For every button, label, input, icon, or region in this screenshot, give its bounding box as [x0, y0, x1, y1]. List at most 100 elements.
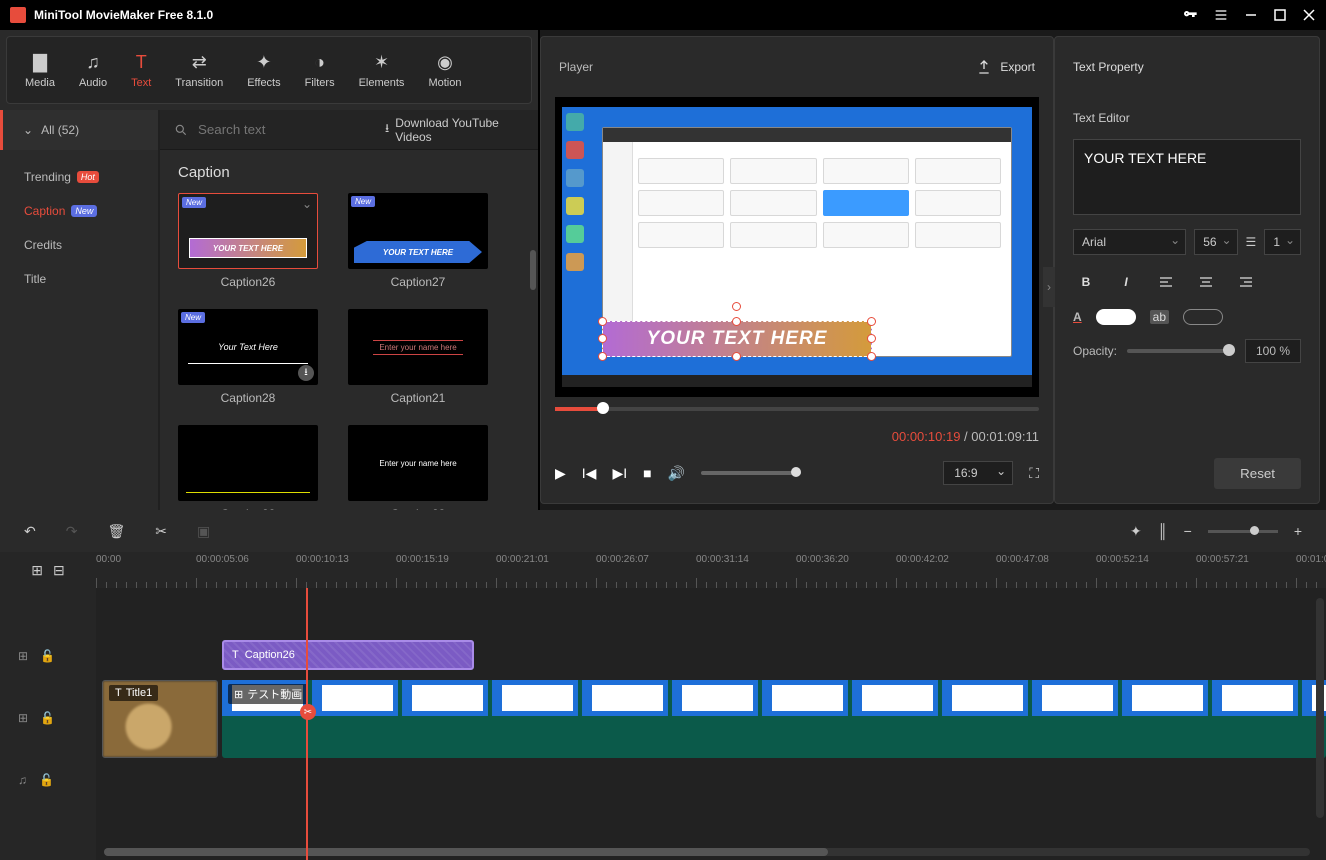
text-color-swatch[interactable]: [1096, 309, 1136, 325]
download-youtube-link[interactable]: ⭳ Download YouTube Videos: [385, 116, 524, 144]
seek-bar[interactable]: [555, 407, 1039, 411]
rotate-handle[interactable]: [732, 302, 741, 311]
remove-track-button[interactable]: ⊟: [53, 562, 65, 579]
filters-icon: ◑: [314, 52, 325, 73]
video-clip[interactable]: ⊞テスト動画: [222, 680, 1326, 758]
asset-caption23[interactable]: Enter your name here Caption23: [348, 425, 488, 510]
bold-button[interactable]: B: [1073, 269, 1099, 295]
asset-caption28[interactable]: NewYour Text Here⭳ Caption28: [178, 309, 318, 405]
delete-button[interactable]: 🗑: [107, 523, 125, 540]
license-key-icon[interactable]: [1182, 7, 1198, 23]
text-clip[interactable]: T Caption26: [222, 640, 474, 670]
font-size-select[interactable]: 56: [1194, 229, 1237, 255]
italic-button[interactable]: I: [1113, 269, 1139, 295]
undo-button[interactable]: ↶: [24, 523, 36, 540]
asset-grid: Caption NewYOUR TEXT HERE Caption26 NewY…: [160, 150, 538, 510]
play-button[interactable]: ▶: [555, 465, 566, 482]
minimize-button[interactable]: [1244, 8, 1258, 22]
player-label: Player: [559, 60, 593, 74]
maximize-button[interactable]: [1273, 8, 1287, 22]
fullscreen-button[interactable]: ⛶: [1029, 465, 1039, 482]
volume-slider[interactable]: [701, 471, 801, 475]
redo-button[interactable]: ↷: [66, 523, 78, 540]
line-height-icon: ☰: [1246, 235, 1257, 249]
resize-handle[interactable]: [598, 334, 607, 343]
preview-viewport[interactable]: YOUR TEXT HERE: [555, 97, 1039, 397]
download-icon[interactable]: ⭳: [298, 365, 314, 381]
close-button[interactable]: [1302, 8, 1316, 22]
reset-button[interactable]: Reset: [1214, 458, 1301, 489]
tab-effects[interactable]: ✦Effects: [239, 46, 288, 95]
align-center-button[interactable]: [1193, 269, 1219, 295]
export-icon: [976, 59, 992, 75]
line-height-select[interactable]: 1: [1264, 229, 1301, 255]
zoom-out-button[interactable]: −: [1184, 523, 1192, 539]
timeline-v-scrollbar[interactable]: [1316, 598, 1324, 818]
next-frame-button[interactable]: ▶I: [612, 465, 627, 482]
lock-icon[interactable]: 🔓: [40, 649, 55, 663]
resize-handle[interactable]: [732, 352, 741, 361]
opacity-value[interactable]: 100 %: [1245, 339, 1301, 363]
tab-audio[interactable]: ♫Audio: [71, 46, 115, 95]
tab-media[interactable]: ▇Media: [17, 46, 63, 95]
tab-filters[interactable]: ◑Filters: [297, 46, 343, 95]
asset-caption26[interactable]: NewYOUR TEXT HERE Caption26: [178, 193, 318, 289]
category-trending[interactable]: TrendingHot: [0, 160, 158, 194]
asset-caption21[interactable]: Enter your name here Caption21: [348, 309, 488, 405]
resize-handle[interactable]: [732, 317, 741, 326]
category-credits[interactable]: Credits: [0, 228, 158, 262]
menu-icon[interactable]: [1213, 7, 1229, 23]
tab-motion[interactable]: ◉Motion: [420, 46, 469, 95]
crop-button[interactable]: ▣: [197, 523, 210, 540]
time-ruler[interactable]: 00:0000:00:05:0600:00:10:1300:00:15:1900…: [96, 552, 1326, 588]
zoom-slider[interactable]: [1208, 530, 1278, 533]
all-categories-button[interactable]: ⌄ All (52): [0, 110, 160, 150]
volume-icon[interactable]: 🔊: [668, 465, 685, 482]
lock-icon[interactable]: 🔓: [39, 773, 54, 787]
panel-collapse-button[interactable]: ›: [1043, 267, 1055, 307]
timeline-tracks[interactable]: ✂ T Caption26 TTitle1 ⊞テスト動画: [96, 588, 1326, 860]
tool-strip: ▇Media ♫Audio TText ⇄Transition ✦Effects…: [6, 36, 532, 104]
asset-caption22[interactable]: Caption22: [178, 425, 318, 510]
tab-text[interactable]: TText: [123, 46, 159, 95]
category-title[interactable]: Title: [0, 262, 158, 296]
prev-frame-button[interactable]: I◀: [582, 465, 597, 482]
tab-transition[interactable]: ⇄Transition: [167, 46, 231, 95]
cut-marker[interactable]: ✂: [300, 704, 316, 720]
hot-badge: Hot: [77, 171, 99, 183]
snap-button[interactable]: ║: [1158, 523, 1168, 539]
timeline-h-scrollbar[interactable]: [104, 848, 1310, 856]
aspect-ratio-select[interactable]: 16:9: [943, 461, 1013, 485]
resize-handle[interactable]: [867, 334, 876, 343]
text-overlay[interactable]: YOUR TEXT HERE: [602, 321, 872, 357]
font-family-select[interactable]: Arial: [1073, 229, 1186, 255]
timeline: ↶ ↷ 🗑 ✂ ▣ ✦ ║ − + ⊞ ⊟ 00:0000:00:05:0600…: [0, 510, 1326, 860]
lock-icon[interactable]: 🔓: [40, 711, 55, 725]
stop-button[interactable]: ■: [643, 465, 651, 481]
category-caption[interactable]: CaptionNew: [0, 194, 158, 228]
film-icon: ⊞: [234, 688, 243, 701]
resize-handle[interactable]: [598, 317, 607, 326]
resize-handle[interactable]: [598, 352, 607, 361]
zoom-in-button[interactable]: +: [1294, 523, 1302, 539]
highlight-color-swatch[interactable]: [1183, 309, 1223, 325]
align-right-button[interactable]: [1233, 269, 1259, 295]
add-track-button[interactable]: ⊞: [31, 562, 43, 579]
text-track-head: ⊞🔓: [0, 636, 96, 676]
playhead[interactable]: [306, 588, 308, 860]
effects-icon: ✦: [256, 52, 271, 73]
tab-elements[interactable]: ✶Elements: [351, 46, 413, 95]
search-input[interactable]: [198, 122, 375, 137]
title-clip[interactable]: TTitle1: [102, 680, 218, 758]
resize-handle[interactable]: [867, 317, 876, 326]
text-editor-input[interactable]: YOUR TEXT HERE: [1073, 139, 1301, 215]
marker-button[interactable]: ✦: [1130, 523, 1142, 540]
transition-icon: ⇄: [192, 52, 207, 73]
asset-caption27[interactable]: NewYOUR TEXT HERE Caption27: [348, 193, 488, 289]
align-left-button[interactable]: [1153, 269, 1179, 295]
opacity-slider[interactable]: [1127, 349, 1235, 353]
asset-scrollbar[interactable]: [530, 250, 536, 290]
resize-handle[interactable]: [867, 352, 876, 361]
export-button[interactable]: Export: [976, 59, 1035, 75]
split-button[interactable]: ✂: [155, 523, 167, 540]
